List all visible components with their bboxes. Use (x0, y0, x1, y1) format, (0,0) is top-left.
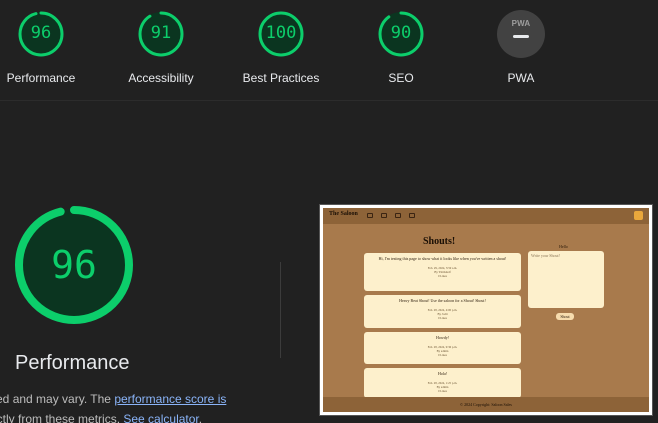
post-likes: 0 Likes (438, 274, 447, 278)
list-icon (395, 213, 401, 218)
logout-icon (409, 213, 415, 218)
screenshot-navbar: The Saloon (323, 208, 649, 224)
screenshot-post: Howdy! Feb. 28, 2024, 9:36 p.m. By admin… (364, 332, 521, 364)
gauge-label: Accessibility (128, 71, 194, 85)
gauge-pwa[interactable]: PWA PWA (456, 10, 586, 90)
screenshot-post: Hola! Feb. 28, 2024, 1:25 p.m. By admin … (364, 368, 521, 398)
gauge-score: 90 (390, 23, 412, 43)
see-calculator-link[interactable]: See calculator (123, 412, 198, 423)
gauge-accessibility[interactable]: 91 Accessibility (96, 10, 226, 90)
performance-score: 96 (51, 243, 97, 287)
gauge-best-practices[interactable]: 100 Best Practices (216, 10, 346, 90)
gauge-score: 91 (150, 23, 172, 43)
home-icon (367, 213, 373, 218)
gauge-label: SEO (388, 71, 414, 85)
description-text: rectly from these metrics. (0, 412, 121, 423)
vertical-separator (280, 262, 281, 358)
lighthouse-report: 96 Performance 91 Accessibility 100 Best… (0, 0, 658, 423)
screenshot-page: The Saloon Shouts! Hi, I'm testing this … (323, 208, 649, 412)
gauge-label: Best Practices (242, 71, 320, 85)
screenshot-shout-textarea: Write your Shout! (528, 251, 604, 308)
performance-title: Performance (15, 352, 130, 374)
post-likes: 0 Likes (438, 316, 447, 320)
post-likes: 0 Likes (438, 353, 447, 357)
screenshot-heading: Shouts! (423, 236, 456, 247)
user-avatar-icon (634, 211, 643, 220)
gauge-score: 100 (265, 23, 297, 43)
post-text: Howdy! (435, 335, 450, 340)
screenshot-side-title: Hello (559, 244, 568, 249)
gauge-performance[interactable]: 96 Performance (0, 10, 106, 90)
screenshot-footer: © 2024 Copyright: Saloon Sales (323, 397, 649, 412)
pwa-dash-icon (513, 35, 529, 38)
gauge-seo[interactable]: 90 SEO (336, 10, 466, 90)
final-screenshot[interactable]: The Saloon Shouts! Hi, I'm testing this … (319, 204, 653, 416)
performance-gauge-large: 96 (14, 205, 134, 325)
screenshot-shout-button: Shout (556, 313, 574, 320)
screenshot-brand: The Saloon (329, 211, 358, 217)
description-line: rectly from these metrics. See calculato… (0, 409, 256, 423)
post-text: Hi, I'm testing this page to show what i… (378, 256, 507, 261)
section-divider (0, 100, 658, 101)
post-text: Heavy Beat Shout! Use the saloon for a S… (399, 298, 486, 303)
screenshot-post: Hi, I'm testing this page to show what i… (364, 253, 521, 291)
description-text: ated and may vary. The (0, 392, 111, 406)
shout-icon (381, 213, 387, 218)
performance-description: ated and may vary. The performance score… (0, 389, 256, 423)
post-text: Hola! (437, 371, 448, 376)
gauge-label: Performance (6, 71, 76, 85)
screenshot-post: Heavy Beat Shout! Use the saloon for a S… (364, 295, 521, 328)
post-likes: 0 Likes (438, 389, 447, 393)
performance-score-link[interactable]: performance score is (114, 392, 226, 406)
pwa-badge-icon: PWA (497, 10, 545, 58)
description-line: ated and may vary. The performance score… (0, 389, 256, 409)
gauge-label: PWA (507, 71, 535, 85)
description-end: . (198, 412, 203, 423)
scores-summary: 96 Performance 91 Accessibility 100 Best… (0, 0, 658, 100)
pwa-badge-text: PWA (511, 19, 531, 28)
gauge-score: 96 (30, 23, 52, 43)
